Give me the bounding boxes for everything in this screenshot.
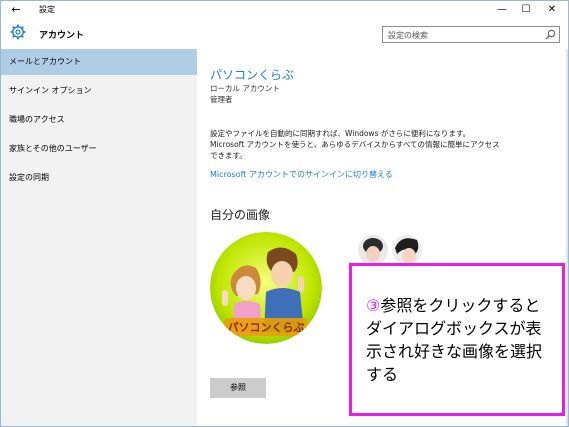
- switch-to-microsoft-account-link[interactable]: Microsoft アカウントでのサインインに切り替える: [210, 169, 393, 180]
- callout-text: ③参照をクリックするとダイアログボックスが表示され好きな画像を選択する: [366, 294, 556, 386]
- account-type: ローカル アカウント: [210, 84, 280, 93]
- account-description: 設定やファイルを自動的に同期すれば、Windows がさらに便利になります。Mi…: [210, 129, 500, 160]
- search-input[interactable]: 設定の検索: [382, 26, 560, 43]
- title-bar: ← 設定 — ☐ ✕: [1, 1, 568, 19]
- sidebar-item-family-users[interactable]: 家族とその他のユーザー: [1, 136, 197, 162]
- maximize-button[interactable]: ☐: [513, 1, 539, 19]
- callout-number: ③: [366, 296, 381, 315]
- sidebar-item-mail-accounts[interactable]: メールとアカウント: [1, 49, 197, 75]
- scrollbar-track[interactable]: [566, 49, 568, 426]
- search-icon[interactable]: [545, 29, 556, 40]
- window-title: 設定: [39, 5, 55, 14]
- picture-section-title: 自分の画像: [210, 208, 271, 222]
- sidebar-item-signin-options[interactable]: サインイン オプション: [1, 78, 197, 104]
- sidebar: メールとアカウント サインイン オプション 職場のアクセス 家族とその他のユーザ…: [1, 49, 197, 426]
- page-title: アカウント: [39, 31, 85, 41]
- back-arrow-icon[interactable]: ←: [9, 3, 23, 17]
- browse-button[interactable]: 参照: [210, 378, 266, 398]
- gear-icon: [10, 24, 26, 40]
- settings-window: ← 設定 — ☐ ✕ アカウント 設定の検索 メールとアカウント サインイン オ…: [0, 0, 569, 427]
- sidebar-item-work-access[interactable]: 職場のアクセス: [1, 107, 197, 133]
- avatar-logo-text: パソコンくらぶ: [228, 321, 305, 334]
- sidebar-item-sync-settings[interactable]: 設定の同期: [1, 165, 197, 191]
- account-name: パソコンくらぶ: [210, 68, 295, 82]
- avatar: パソコンくらぶ: [210, 232, 322, 344]
- callout-body: 参照をクリックするとダイアログボックスが表示され好きな画像を選択する: [366, 296, 543, 384]
- search-placeholder: 設定の検索: [388, 31, 428, 40]
- close-button[interactable]: ✕: [539, 1, 565, 19]
- annotation-callout: ③参照をクリックするとダイアログボックスが表示され好きな画像を選択する: [349, 263, 565, 416]
- account-role: 管理者: [210, 95, 233, 104]
- page-header: アカウント 設定の検索: [1, 19, 568, 49]
- minimize-button[interactable]: —: [489, 1, 515, 19]
